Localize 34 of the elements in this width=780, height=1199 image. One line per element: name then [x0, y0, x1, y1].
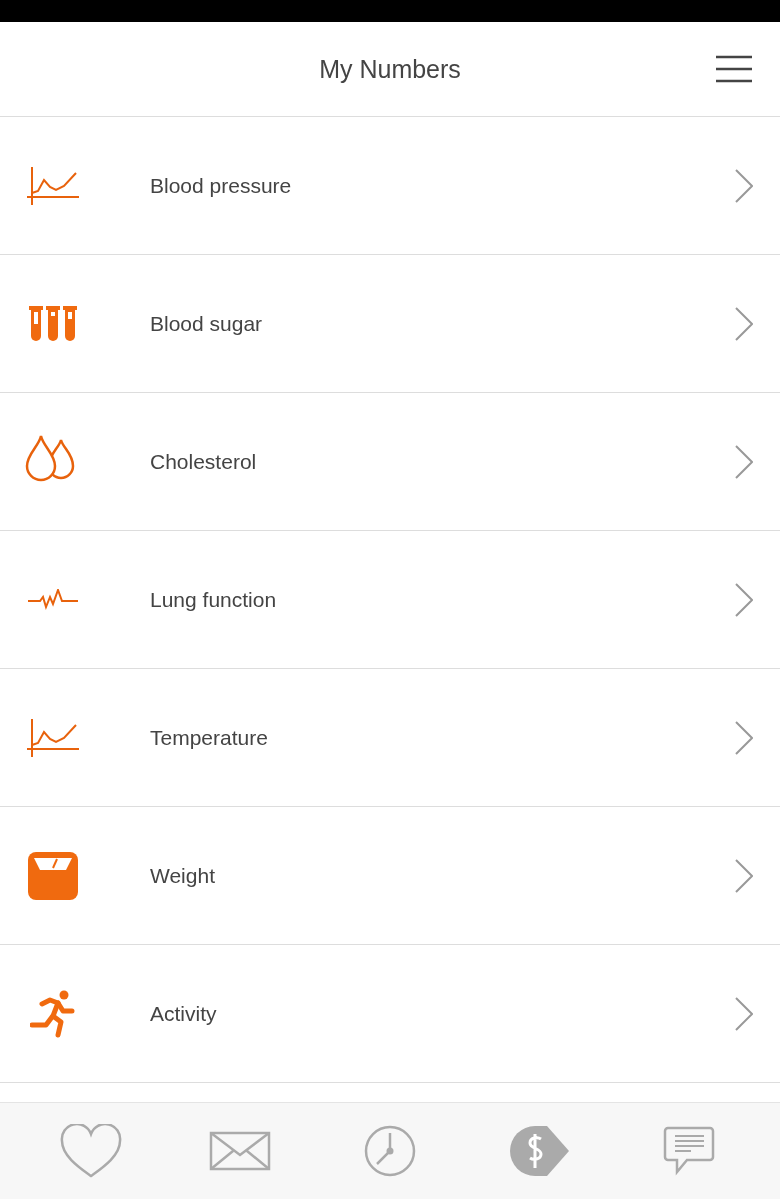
menu-icon[interactable] — [715, 55, 753, 83]
scale-icon — [27, 851, 78, 900]
list-item[interactable]: Temperature — [0, 669, 780, 807]
list-item[interactable]: Cholesterol — [0, 393, 780, 531]
screen-title: My Numbers — [319, 54, 461, 84]
line-chart-icon — [25, 165, 80, 206]
chevron-icon — [735, 444, 753, 479]
chevron-icon — [735, 720, 753, 755]
list-item[interactable]: Weight — [0, 807, 780, 945]
dollar-tag-icon[interactable] — [508, 1125, 571, 1177]
chevron-icon — [735, 168, 753, 203]
item-label: Temperature — [150, 725, 269, 750]
test-tubes-icon — [28, 305, 77, 342]
running-person-icon — [29, 989, 76, 1038]
item-label: Blood sugar — [150, 311, 264, 336]
list-item[interactable]: Activity — [0, 945, 780, 1083]
item-label: Cholesterol — [150, 449, 258, 474]
chevron-icon — [735, 582, 753, 617]
list-item[interactable]: Lung function — [0, 531, 780, 669]
item-label: Blood pressure — [150, 173, 293, 198]
list-item[interactable]: Blood pressure — [0, 117, 780, 255]
clock-icon[interactable] — [364, 1125, 416, 1177]
mail-icon[interactable] — [209, 1131, 272, 1171]
chat-icon[interactable] — [663, 1126, 716, 1176]
chevron-icon — [735, 306, 753, 341]
chevron-icon — [735, 858, 753, 893]
heart-icon[interactable] — [59, 1124, 122, 1178]
item-label: Lung function — [150, 587, 278, 612]
pulse-icon — [26, 588, 79, 611]
item-label: Activity — [150, 1001, 218, 1026]
item-label: Weight — [150, 863, 216, 888]
line-chart-icon — [25, 717, 80, 758]
list-item[interactable]: Blood sugar — [0, 255, 780, 393]
chevron-icon — [735, 996, 753, 1031]
